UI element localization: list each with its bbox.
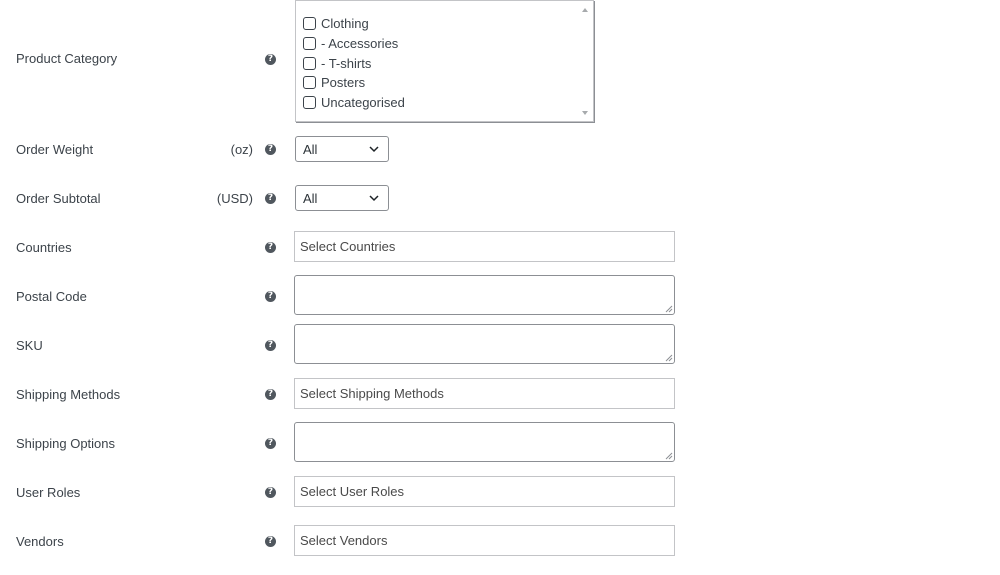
user-roles-select-input[interactable]: Select User Roles [294,476,675,507]
category-label: - Accessories [321,35,399,51]
help-icon[interactable]: ? [265,193,276,204]
help-icon[interactable]: ? [265,144,276,155]
countries-select-input[interactable]: Select Countries [294,231,675,262]
category-label: Posters [321,74,366,90]
checkbox[interactable] [303,16,316,30]
sku-label: SKU [16,338,43,353]
category-option-t-shirts[interactable]: - T-shirts [303,55,371,71]
shipping-methods-select-input[interactable]: Select Shipping Methods [294,378,675,409]
shipping-methods-label: Shipping Methods [16,387,121,402]
order-subtotal-select[interactable]: All [295,185,389,211]
checkbox[interactable] [303,95,316,109]
order-subtotal-value: All [303,190,318,206]
vendors-placeholder: Select Vendors [300,533,388,548]
category-label: Uncategorised [321,94,405,110]
countries-placeholder: Select Countries [300,239,396,254]
order-weight-value: All [303,141,318,157]
checkbox[interactable] [303,36,316,50]
resize-grip-icon[interactable] [665,305,673,313]
resize-grip-icon[interactable] [665,452,673,460]
postal-code-textarea[interactable] [294,275,675,315]
checkbox[interactable] [303,56,316,70]
category-option-posters[interactable]: Posters [303,74,365,90]
shipping-methods-placeholder: Select Shipping Methods [300,386,444,401]
resize-grip-icon[interactable] [665,354,673,362]
help-icon[interactable]: ? [265,340,276,351]
chevron-down-icon [369,146,379,153]
help-icon[interactable]: ? [265,291,276,302]
help-icon[interactable]: ? [265,389,276,400]
vendors-label: Vendors [16,534,64,549]
help-icon[interactable]: ? [265,438,276,449]
help-icon[interactable]: ? [265,487,276,498]
sku-textarea[interactable] [294,324,675,364]
scroll-down-arrow-icon[interactable] [582,111,588,115]
help-icon[interactable]: ? [265,242,276,253]
countries-label: Countries [16,240,72,255]
user-roles-placeholder: Select User Roles [300,484,405,499]
postal-code-label: Postal Code [16,289,87,304]
order-subtotal-unit: (USD) [216,191,253,206]
product-category-label: Product Category [16,51,118,66]
shipping-options-label: Shipping Options [16,436,116,451]
shipping-options-textarea[interactable] [294,422,675,462]
help-icon[interactable]: ? [265,536,276,547]
order-weight-unit: (oz) [230,142,253,157]
user-roles-label: User Roles [16,485,81,500]
category-label: - T-shirts [321,55,372,71]
category-option-accessories[interactable]: - Accessories [303,35,398,51]
order-weight-label: Order Weight [16,142,94,157]
chevron-down-icon [369,195,379,202]
product-category-list[interactable]: Clothing - Accessories - T-shirts Poster… [295,0,594,122]
category-label: Clothing [321,15,369,31]
category-option-clothing[interactable]: Clothing [303,15,369,31]
category-list-scrollbar[interactable] [577,2,592,121]
scroll-up-arrow-icon[interactable] [582,8,588,12]
order-weight-select[interactable]: All [295,136,389,162]
vendors-select-input[interactable]: Select Vendors [294,525,675,556]
category-option-uncategorised[interactable]: Uncategorised [303,94,405,110]
help-icon[interactable]: ? [265,54,276,65]
order-subtotal-label: Order Subtotal [16,191,101,206]
checkbox[interactable] [303,75,316,89]
